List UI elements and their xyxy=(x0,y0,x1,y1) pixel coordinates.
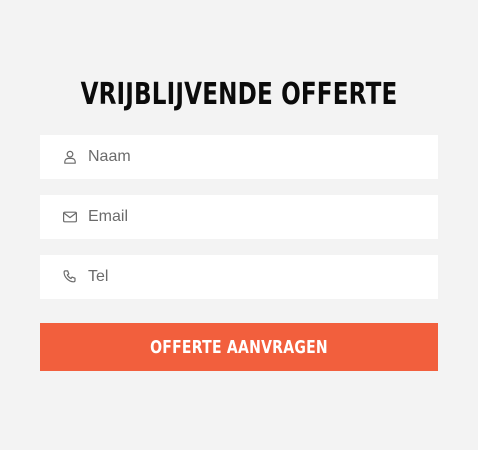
phone-icon xyxy=(62,269,78,285)
request-quote-button[interactable]: OFFERTE AANVRAGEN xyxy=(40,323,438,371)
mail-icon xyxy=(62,209,78,225)
email-field[interactable] xyxy=(40,195,438,239)
phone-field[interactable] xyxy=(40,255,438,299)
phone-input[interactable] xyxy=(88,255,438,299)
email-input[interactable] xyxy=(88,195,438,239)
quote-form: VRIJBLIJVENDE OFFERTE OFFERTE AANVRAGEN xyxy=(0,0,478,450)
name-field[interactable] xyxy=(40,135,438,179)
request-quote-label: OFFERTE AANVRAGEN xyxy=(150,336,328,358)
name-input[interactable] xyxy=(88,135,438,179)
form-title: VRIJBLIJVENDE OFFERTE xyxy=(80,77,398,112)
user-icon xyxy=(62,149,78,165)
